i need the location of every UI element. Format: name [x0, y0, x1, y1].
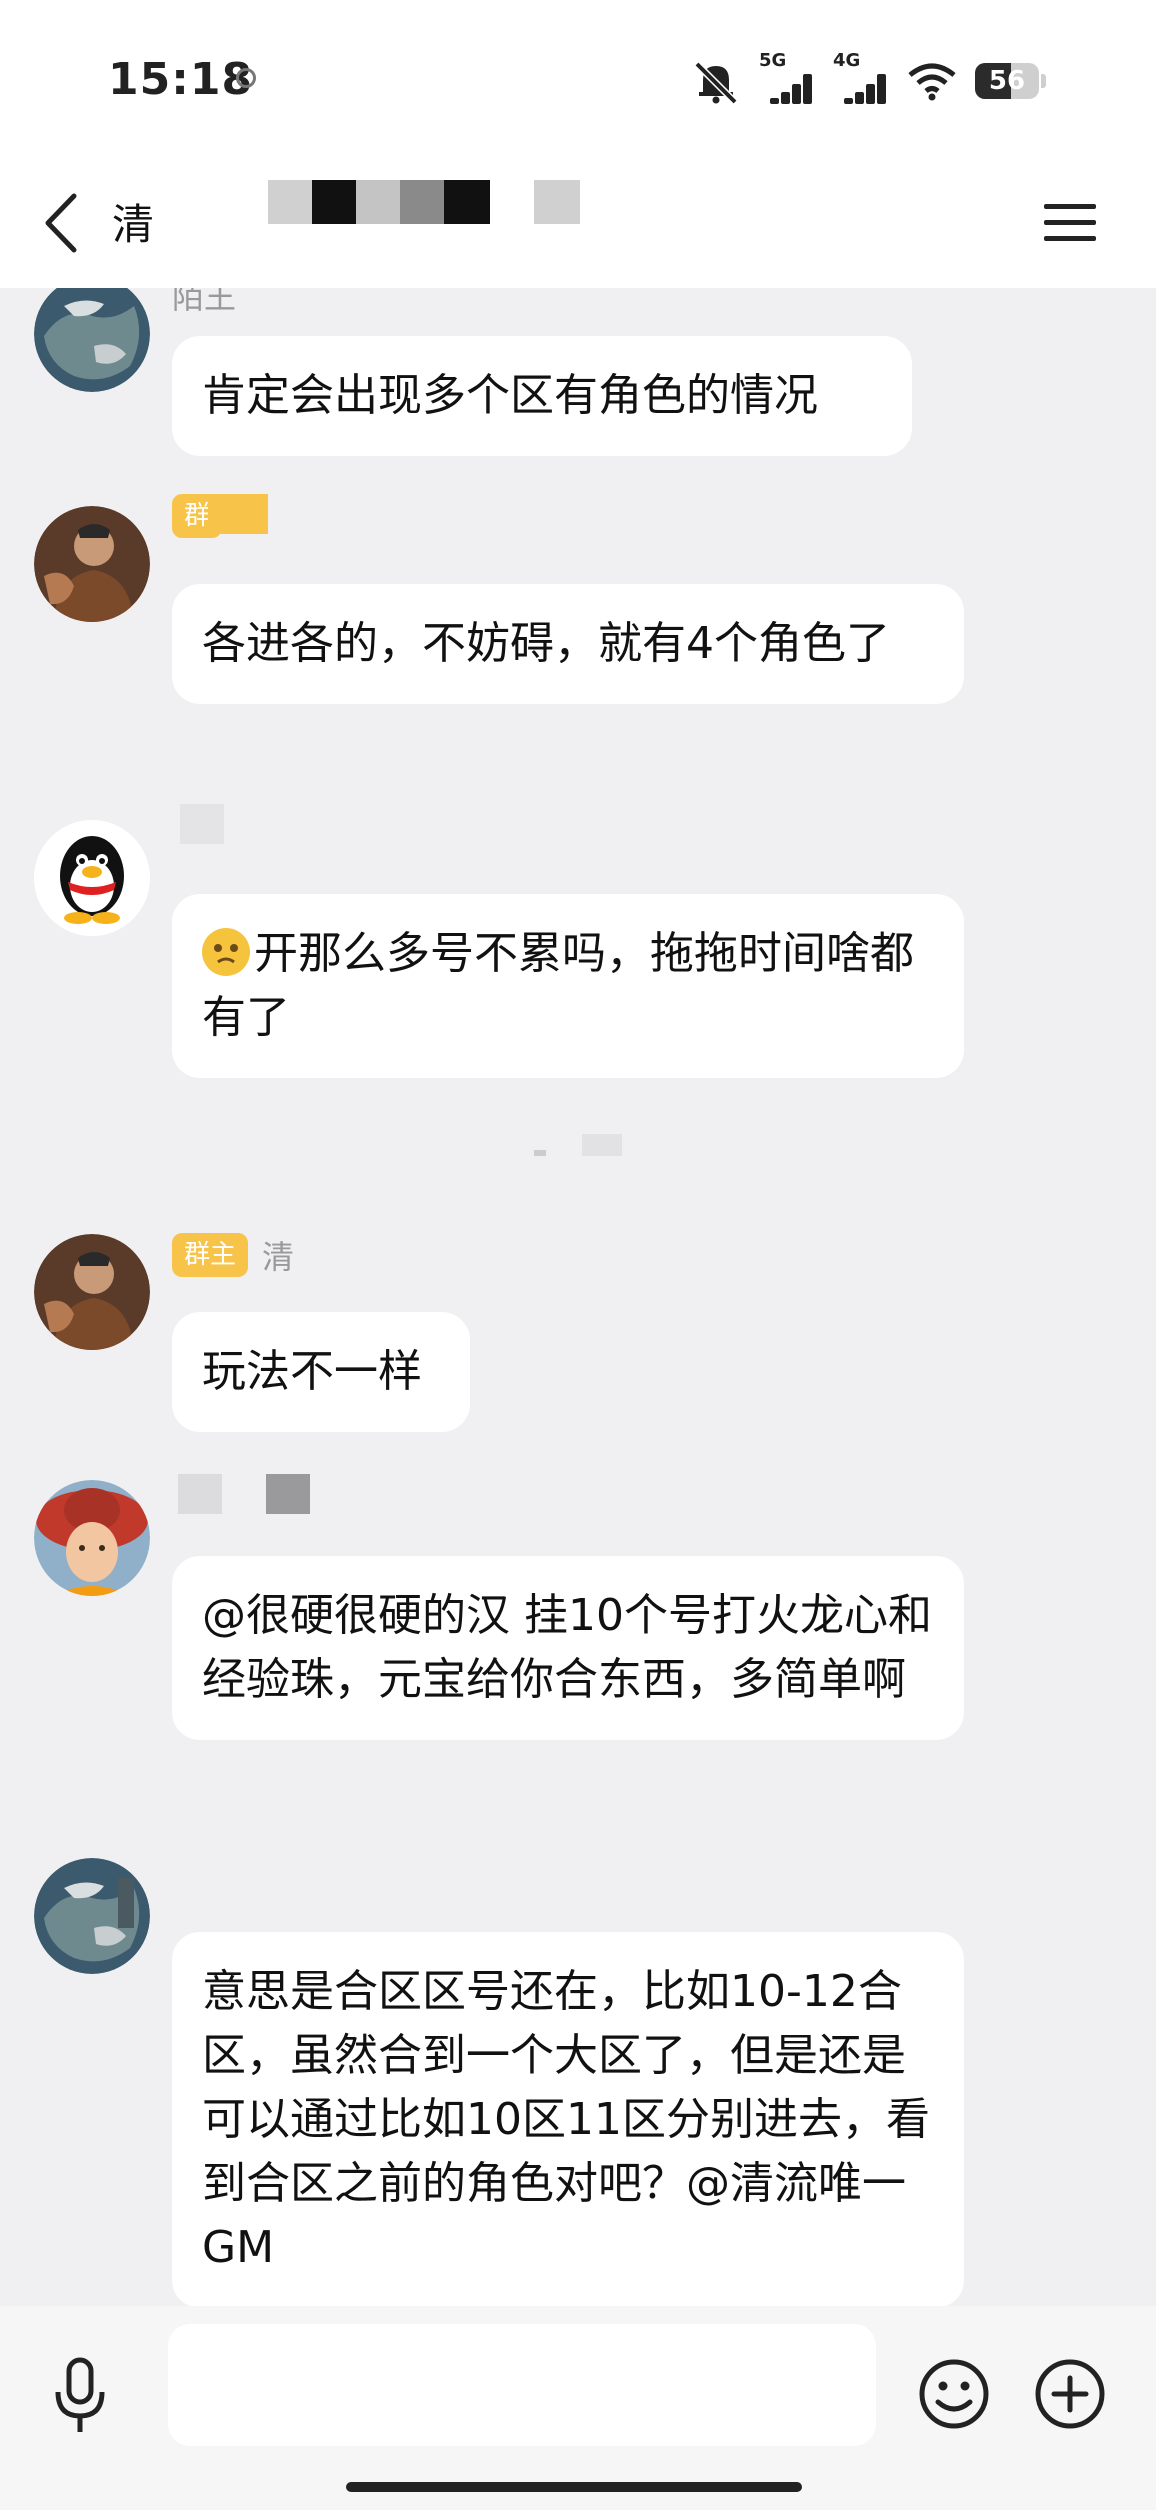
redacted-title [444, 180, 490, 224]
emoji-icon[interactable] [918, 2358, 990, 2430]
redacted-title [400, 180, 444, 224]
chat-title[interactable]: 清 [112, 190, 154, 260]
battery-icon: 56 [975, 63, 1039, 99]
pleading-face-emoji-icon [202, 928, 250, 976]
message-bubble[interactable]: 意思是合区区号还在，比如10-12合区，虽然合到一个大区了，但是还是可以通过比如… [172, 1932, 964, 2306]
message-sender: 陌王 [172, 288, 236, 318]
avatar[interactable] [34, 506, 150, 622]
redacted-name [208, 494, 268, 534]
wifi-icon [908, 63, 956, 101]
status-bar: 15:18 5G 4G 56 [0, 0, 1156, 160]
avatar[interactable] [34, 1234, 150, 1350]
battery-tip [1041, 74, 1046, 88]
back-icon[interactable] [38, 188, 88, 258]
redacted-title [268, 180, 312, 224]
time-divider [0, 1134, 1156, 1160]
message-bubble[interactable]: @很硬很硬的汉 挂10个号打火龙心和经验珠，元宝给你合东西，多简单啊 [172, 1556, 964, 1740]
message-text: 开那么多号不累吗，拖拖时间啥都有了 [202, 928, 914, 1043]
chat-message-list[interactable]: 陌王 肯定会出现多个区有角色的情况 群 各进各的，不妨碍，就有4个角色了 开那么… [0, 288, 1156, 2306]
role-badge: 群主 [172, 1233, 249, 1277]
redacted-name [118, 1878, 134, 1928]
message-bubble[interactable]: 玩法不一样 [172, 1312, 470, 1432]
redacted-name [266, 1474, 310, 1514]
sender-name: 陌王 [172, 288, 237, 316]
message-bubble[interactable]: 各进各的，不妨碍，就有4个角色了 [172, 584, 964, 704]
menu-icon[interactable] [1044, 194, 1096, 250]
redacted-title [534, 180, 580, 224]
avatar[interactable] [34, 820, 150, 936]
input-bar [0, 2306, 1156, 2510]
chat-header: 清 [0, 160, 1156, 288]
redacted-name [178, 1474, 222, 1514]
home-indicator [346, 2482, 802, 2492]
signal-5g-icon: 5G [759, 50, 815, 104]
status-time: 15:18 [108, 54, 254, 105]
message-bubble[interactable]: 肯定会出现多个区有角色的情况 [172, 336, 912, 456]
redacted-name [180, 804, 224, 844]
sender-name: 清 [262, 1238, 295, 1276]
message-sender: 群主 清 [172, 1232, 294, 1278]
redacted-title [312, 180, 356, 224]
redacted-title [356, 180, 400, 224]
status-icons: 5G 4G 56 [691, 50, 1046, 106]
plus-icon[interactable] [1034, 2358, 1106, 2430]
mute-bell-icon [694, 61, 738, 104]
signal-4g-icon: 4G [833, 50, 889, 104]
location-indicator-icon [236, 68, 256, 88]
message-input[interactable] [168, 2324, 876, 2446]
avatar[interactable] [34, 288, 150, 392]
avatar[interactable] [34, 1480, 150, 1596]
message-bubble[interactable]: 开那么多号不累吗，拖拖时间啥都有了 [172, 894, 964, 1078]
mic-icon[interactable] [50, 2356, 110, 2436]
